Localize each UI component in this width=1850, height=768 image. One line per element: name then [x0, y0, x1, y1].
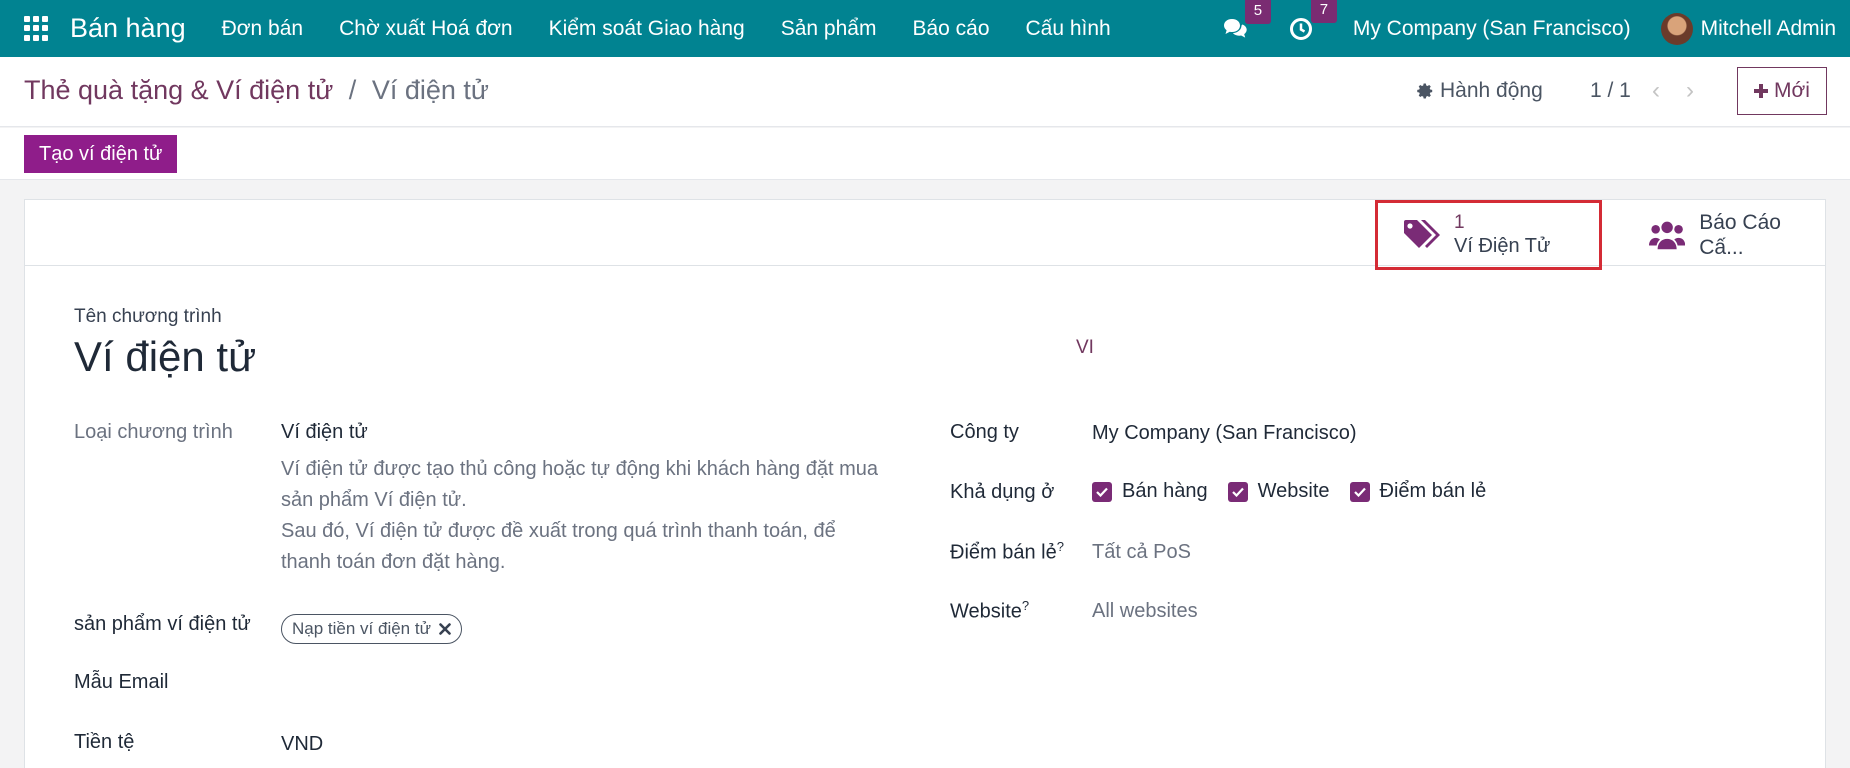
- app-brand[interactable]: Bán hàng: [70, 13, 186, 44]
- control-panel: Thẻ quà tặng & Ví điện tử / Ví điện tử H…: [0, 57, 1850, 127]
- user-avatar[interactable]: [1660, 12, 1693, 45]
- email-template-label: Mẫu Email: [74, 671, 169, 693]
- breadcrumb-separator: /: [348, 75, 357, 105]
- pos-help-mark[interactable]: ?: [1057, 539, 1064, 554]
- website-value[interactable]: All websites: [1092, 600, 1198, 623]
- action-menu-button[interactable]: Hành động: [1416, 79, 1543, 103]
- messages-count-badge: 5: [1244, 0, 1271, 24]
- company-switcher[interactable]: My Company (San Francisco): [1353, 17, 1631, 41]
- report-smart-button[interactable]: Báo Cáo Cấ...: [1625, 200, 1825, 270]
- ewallet-product-tag[interactable]: Nạp tiền ví điện tử: [281, 614, 462, 644]
- breadcrumb-current: Ví điện tử: [371, 75, 489, 105]
- pager-previous-icon[interactable]: ‹: [1652, 77, 1660, 105]
- plus-icon: [1754, 84, 1769, 98]
- breadcrumb: Thẻ quà tặng & Ví điện tử / Ví điện tử: [24, 75, 489, 106]
- top-navbar: Bán hàng Đơn bán Chờ xuất Hoá đơn Kiểm s…: [0, 0, 1850, 57]
- report-smart-label: Báo Cáo Cấ...: [1699, 210, 1781, 259]
- currency-value[interactable]: VND: [281, 733, 323, 756]
- ewallet-count: 1: [1454, 211, 1465, 233]
- new-button-label: Mới: [1774, 79, 1810, 102]
- new-button[interactable]: Mới: [1737, 67, 1827, 115]
- website-label: Website?: [950, 598, 1029, 624]
- ewallet-product-tag-label: Nạp tiền ví điện tử: [292, 619, 431, 638]
- activities-button[interactable]: 7: [1289, 0, 1337, 41]
- apps-menu-icon[interactable]: [24, 15, 50, 42]
- available-in-options: Bán hàng Website Điểm bán lẻ: [1092, 480, 1486, 503]
- checkbox-checked-icon: [1349, 481, 1370, 502]
- available-website-checkbox[interactable]: Website: [1227, 480, 1330, 503]
- language-tag[interactable]: VI: [1076, 337, 1094, 359]
- program-name-label: Tên chương trình: [74, 306, 222, 327]
- menu-item-orders[interactable]: Đơn bán: [204, 17, 322, 41]
- activities-count-badge: 7: [1310, 0, 1337, 23]
- create-ewallet-button[interactable]: Tạo ví điện tử: [24, 135, 178, 173]
- messages-button[interactable]: 5: [1223, 0, 1271, 40]
- company-label: Công ty: [950, 421, 1019, 443]
- currency-label: Tiền tệ: [74, 731, 135, 753]
- form-statusbar: Tạo ví điện tử: [0, 128, 1850, 180]
- action-menu-label: Hành động: [1440, 79, 1543, 102]
- available-website-label: Website: [1257, 480, 1330, 502]
- pager-value[interactable]: 1 / 1: [1590, 79, 1631, 103]
- tags-icon: [1404, 220, 1440, 248]
- available-pos-label: Điểm bán lẻ: [1379, 480, 1487, 502]
- website-label-text: Website: [950, 600, 1022, 623]
- available-pos-checkbox[interactable]: Điểm bán lẻ: [1349, 480, 1487, 503]
- program-type-label: Loại chương trình: [74, 421, 233, 443]
- program-name-field[interactable]: Ví điện tử: [74, 333, 256, 381]
- ewallet-smart-label: Ví Điện Tử: [1454, 235, 1551, 258]
- pos-label-text: Điểm bán lẻ: [950, 541, 1057, 564]
- pos-label: Điểm bán lẻ?: [950, 539, 1064, 565]
- gear-icon: [1417, 83, 1433, 99]
- program-type-description: Ví điện tử được tạo thủ công hoặc tự độn…: [281, 454, 881, 578]
- available-in-label: Khả dụng ở: [950, 481, 1055, 503]
- navbar-systray: 5 7 My Company (San Francisco) Mitchell …: [1223, 0, 1850, 57]
- program-type-value[interactable]: Ví điện tử: [281, 421, 368, 444]
- checkbox-checked-icon: [1227, 481, 1248, 502]
- available-sales-checkbox[interactable]: Bán hàng: [1092, 480, 1208, 503]
- website-help-mark[interactable]: ?: [1022, 598, 1029, 613]
- menu-item-products[interactable]: Sản phẩm: [763, 17, 895, 41]
- pos-value[interactable]: Tất cả PoS: [1092, 541, 1191, 564]
- remove-tag-icon[interactable]: [439, 623, 451, 635]
- ewallet-product-label: sản phẩm ví điện tử: [74, 613, 251, 635]
- menu-item-configuration[interactable]: Cấu hình: [1008, 17, 1129, 41]
- clock-icon: [1289, 17, 1312, 40]
- menu-item-reporting[interactable]: Báo cáo: [894, 17, 1007, 41]
- pager-next-icon[interactable]: ›: [1686, 77, 1694, 105]
- menu-item-delivery-control[interactable]: Kiểm soát Giao hàng: [531, 17, 763, 41]
- checkbox-checked-icon: [1092, 481, 1112, 502]
- user-menu[interactable]: Mitchell Admin: [1701, 17, 1836, 41]
- available-sales-label: Bán hàng: [1122, 480, 1208, 502]
- form-sheet: 1 Ví Điện Tử Báo Cáo Cấ... Tên chương tr…: [24, 199, 1826, 768]
- breadcrumb-parent[interactable]: Thẻ quà tặng & Ví điện tử: [24, 75, 333, 105]
- description-line-2: Sau đó, Ví điện tử được đề xuất trong qu…: [281, 520, 836, 573]
- company-value[interactable]: My Company (San Francisco): [1092, 422, 1357, 445]
- menu-item-to-invoice[interactable]: Chờ xuất Hoá đơn: [321, 17, 530, 41]
- ewallet-smart-button[interactable]: 1 Ví Điện Tử: [1375, 200, 1602, 270]
- main-menu: Đơn bán Chờ xuất Hoá đơn Kiểm soát Giao …: [204, 17, 1129, 41]
- description-line-1: Ví điện tử được tạo thủ công hoặc tự độn…: [281, 458, 878, 511]
- users-icon: [1649, 221, 1686, 250]
